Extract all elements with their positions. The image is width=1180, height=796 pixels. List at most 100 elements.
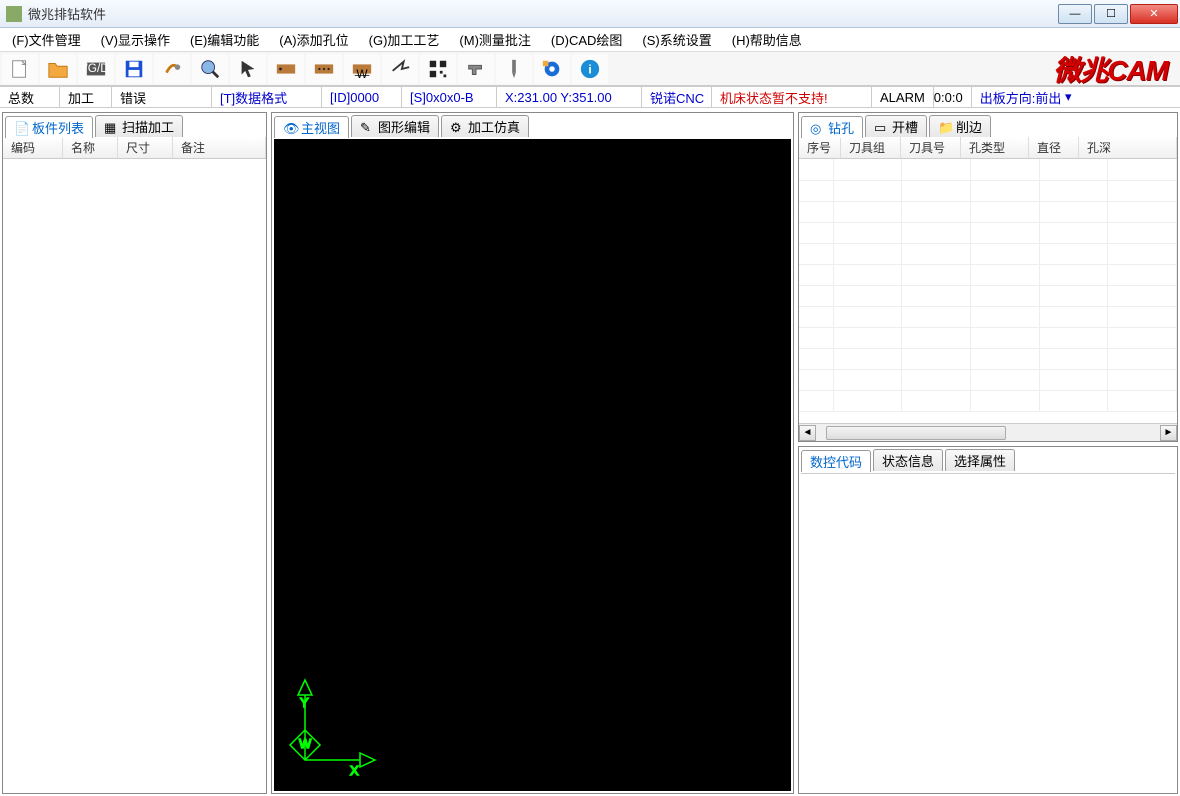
scroll-left-button[interactable]: ◄ [799,425,816,441]
table-row[interactable] [799,369,1177,390]
col-seq[interactable]: 序号 [799,137,841,158]
menu-help[interactable]: (H)帮助信息 [732,30,802,49]
tab-geometry-edit[interactable]: ✎ 图形编辑 [351,115,439,137]
new-file-button[interactable] [2,54,38,84]
menu-cad[interactable]: (D)CAD绘图 [551,30,623,49]
menu-system[interactable]: (S)系统设置 [642,30,711,49]
sim-icon: ⚙ [450,120,464,134]
tab-nc-code[interactable]: 数控代码 [801,450,871,472]
col-tool-group[interactable]: 刀具组 [841,137,901,158]
tab-cut[interactable]: 📁 削边 [929,115,991,137]
gear-button[interactable] [534,54,570,84]
table-row[interactable] [799,159,1177,180]
zoom-button[interactable] [192,54,228,84]
col-remark[interactable]: 备注 [173,137,266,158]
scroll-thumb[interactable] [826,426,1006,440]
table-row[interactable] [799,243,1177,264]
col-depth[interactable]: 孔深 [1079,137,1177,158]
menu-add[interactable]: (A)添加孔位 [279,30,348,49]
menu-view[interactable]: (V)显示操作 [101,30,170,49]
status-time: 0:0:0 [934,87,972,107]
svg-text:i: i [588,62,591,76]
table-row[interactable] [799,180,1177,201]
table-row[interactable] [799,285,1177,306]
table-row[interactable] [799,222,1177,243]
tab-cut-label: 削边 [956,117,982,136]
save-button[interactable] [116,54,152,84]
minimize-button[interactable]: — [1058,4,1092,24]
tab-board-list[interactable]: 📄 板件列表 [5,116,93,138]
table-row[interactable] [799,201,1177,222]
viewport[interactable]: Y X W [274,139,791,791]
tab-select-attr-label: 选择属性 [954,451,1006,470]
col-hole-type[interactable]: 孔类型 [961,137,1029,158]
svg-text:W: W [356,67,368,80]
col-size[interactable]: 尺寸 [118,137,173,158]
brand-logo: 微兆CAM [1053,52,1178,86]
table-row[interactable] [799,348,1177,369]
drill-button[interactable] [496,54,532,84]
window-controls: — ☐ ✕ [1058,4,1180,24]
tab-simulation[interactable]: ⚙ 加工仿真 [441,115,529,137]
main-area: 📄 板件列表 ▦ 扫描加工 编码 名称 尺寸 备注 👁 主视图 ✎ 图形编辑 [0,108,1180,796]
center-tabs: 👁 主视图 ✎ 图形编辑 ⚙ 加工仿真 [272,113,793,137]
scroll-right-button[interactable]: ► [1160,425,1177,441]
status-format[interactable]: [T]数据格式 [212,87,322,107]
qr-button[interactable] [420,54,456,84]
left-table-header: 编码 名称 尺寸 备注 [3,137,266,159]
status-machine: 机床状态暂不支持! [712,87,872,107]
tab-scan-process[interactable]: ▦ 扫描加工 [95,115,183,137]
close-button[interactable]: ✕ [1130,4,1178,24]
tab-state-info[interactable]: 状态信息 [873,449,943,471]
rotate-button[interactable] [382,54,418,84]
center-panel: 👁 主视图 ✎ 图形编辑 ⚙ 加工仿真 Y X [271,112,794,794]
code-area[interactable] [801,473,1175,791]
tab-geometry-edit-label: 图形编辑 [378,117,430,136]
status-output-dir[interactable]: 出板方向:前出 ▾ [972,87,1180,107]
panel-b-button[interactable] [306,54,342,84]
app-icon [6,6,22,22]
table-row[interactable] [799,306,1177,327]
col-name[interactable]: 名称 [63,137,118,158]
toolbar: DWG/DXF W i 微兆CAM [0,52,1180,86]
horizontal-scrollbar[interactable]: ◄ ► [799,423,1177,441]
table-row[interactable] [799,327,1177,348]
dimension-button[interactable]: W [344,54,380,84]
import-dwg-button[interactable]: DWG/DXF [78,54,114,84]
cut-icon: 📁 [938,120,952,134]
tab-drill[interactable]: ◎ 钻孔 [801,116,863,138]
menu-process[interactable]: (G)加工工艺 [369,30,440,49]
menu-measure[interactable]: (M)测量批注 [459,30,531,49]
col-code[interactable]: 编码 [3,137,63,158]
right-table-header: 序号 刀具组 刀具号 孔类型 直径 孔深 [799,137,1177,159]
table-row[interactable] [799,264,1177,285]
col-tool-no[interactable]: 刀具号 [901,137,961,158]
app-title: 微兆排钻软件 [28,4,1058,23]
right-top-panel: ◎ 钻孔 ▭ 开槽 📁 削边 序号 刀具组 刀具号 孔类型 直径 孔深 [798,112,1178,442]
left-tabs: 📄 板件列表 ▦ 扫描加工 [3,113,266,137]
clamp-button[interactable] [458,54,494,84]
tab-slot[interactable]: ▭ 开槽 [865,115,927,137]
svg-text:W: W [299,736,312,751]
tab-state-info-label: 状态信息 [882,451,934,470]
open-folder-button[interactable] [40,54,76,84]
panel-a-button[interactable] [268,54,304,84]
settings-button[interactable] [154,54,190,84]
tab-board-list-label: 板件列表 [32,118,84,137]
status-total: 总数 [0,87,60,107]
tab-scan-process-label: 扫描加工 [122,117,174,136]
col-diameter[interactable]: 直径 [1029,137,1079,158]
eye-icon: 👁 [283,121,297,135]
menu-edit[interactable]: (E)编辑功能 [190,30,259,49]
scroll-track[interactable] [816,425,1160,441]
table-row[interactable] [799,390,1177,411]
menu-file[interactable]: (F)文件管理 [12,30,81,49]
tab-main-view[interactable]: 👁 主视图 [274,116,349,138]
left-panel: 📄 板件列表 ▦ 扫描加工 编码 名称 尺寸 备注 [2,112,267,794]
maximize-button[interactable]: ☐ [1094,4,1128,24]
pointer-button[interactable] [230,54,266,84]
right-table-body [799,159,1177,423]
info-button[interactable]: i [572,54,608,84]
tab-select-attr[interactable]: 选择属性 [945,449,1015,471]
scan-icon: ▦ [104,120,118,134]
